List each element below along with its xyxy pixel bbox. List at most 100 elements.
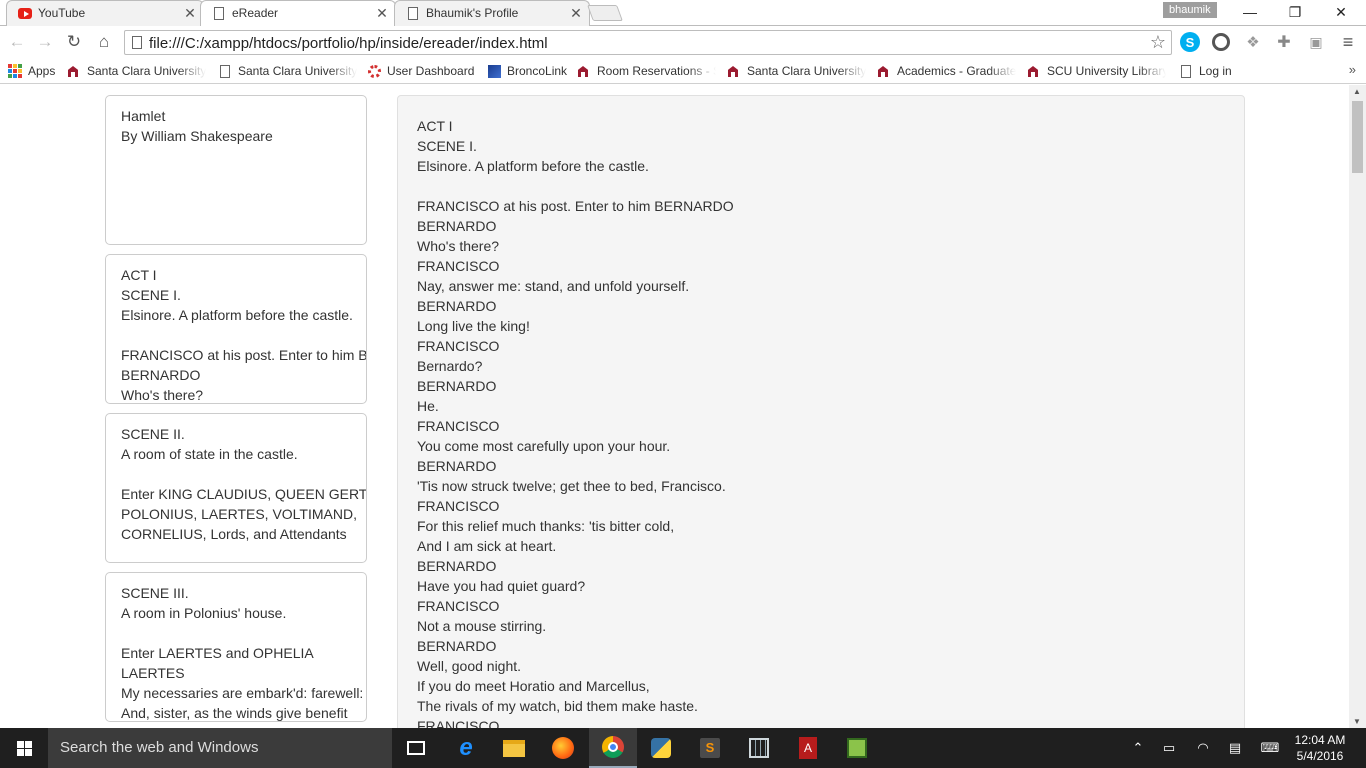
text-line: Elsinore. A platform before the castle.: [417, 158, 649, 174]
close-tab-icon[interactable]: ✕: [374, 5, 390, 22]
text-line: He.: [417, 398, 439, 414]
system-clock[interactable]: 12:04 AM 5/4/2016: [1290, 732, 1350, 764]
url-text[interactable]: file:///C:/xampp/htdocs/portfolio/hp/ins…: [149, 35, 548, 52]
close-tab-icon[interactable]: ✕: [182, 5, 198, 22]
text-line: [121, 325, 366, 345]
taskbar-sublime[interactable]: S: [686, 728, 734, 768]
text-line: LAERTES: [121, 665, 185, 681]
bookmark-broncolink[interactable]: BroncoLink: [486, 63, 568, 79]
text-line: For this relief much thanks: 'tis bitter…: [417, 518, 675, 534]
scroll-up-icon[interactable]: ▲: [1353, 87, 1361, 96]
taskbar-edge[interactable]: e: [442, 728, 490, 768]
text-line: Not a mouse stirring.: [417, 618, 547, 634]
taskbar-python[interactable]: [637, 728, 685, 768]
bookmark-label: BroncoLink: [507, 64, 568, 78]
forward-button[interactable]: →: [34, 31, 56, 53]
chevron-right-icon[interactable]: »: [1349, 62, 1356, 77]
bookmark-label: Room Reservations - S: [597, 64, 716, 78]
profile-badge[interactable]: bhaumik: [1163, 2, 1217, 18]
text-line: BERNARDO: [417, 638, 497, 654]
taskbar-snipping[interactable]: [735, 728, 783, 768]
bookmark-star-icon[interactable]: ☆: [1150, 32, 1166, 53]
text-line: BERNARDO: [417, 458, 497, 474]
text-line: ACT I: [417, 118, 453, 134]
bookmark-user-dashboard[interactable]: User Dashboard: [366, 63, 478, 79]
show-hidden-icons[interactable]: ⌃: [1128, 728, 1148, 768]
scu-icon: [576, 63, 592, 79]
extension-puzzle-icon[interactable]: ✚: [1274, 32, 1294, 52]
minimize-button[interactable]: —: [1227, 0, 1273, 24]
tab-youtube[interactable]: YouTube ✕: [6, 0, 204, 26]
text-line: FRANCISCO: [417, 498, 500, 514]
clock-date: 5/4/2016: [1296, 749, 1344, 763]
start-button[interactable]: [0, 728, 48, 768]
text-line: Elsinore. A platform before the castle.: [121, 307, 353, 323]
close-tab-icon[interactable]: ✕: [568, 5, 584, 22]
page-icon: [132, 36, 142, 49]
address-bar[interactable]: file:///C:/xampp/htdocs/portfolio/hp/ins…: [124, 30, 1172, 55]
text-line: My necessaries are embark'd: farewell:: [121, 685, 364, 701]
scu-icon: [1026, 63, 1042, 79]
text-line: FRANCISCO: [417, 718, 500, 728]
notifications-icon[interactable]: ▤: [1224, 728, 1246, 768]
text-line: Well, good night.: [417, 658, 522, 674]
sidebar-card-title[interactable]: Hamlet By William Shakespeare: [105, 95, 367, 245]
close-window-button[interactable]: ✕: [1318, 0, 1364, 24]
taskbar-chrome[interactable]: [589, 728, 637, 768]
bookmark-academics[interactable]: Academics - Graduate: [876, 63, 1016, 79]
bookmark-scu-3[interactable]: Santa Clara University: [726, 63, 866, 79]
reload-button[interactable]: ↻: [63, 31, 85, 53]
bookmark-room-reservations[interactable]: Room Reservations - S: [576, 63, 716, 79]
folder-icon: [503, 739, 525, 757]
wifi-icon[interactable]: ◠: [1192, 728, 1214, 768]
text-line: BERNARDO: [417, 298, 497, 314]
android-icon[interactable]: ▣: [1306, 32, 1326, 52]
home-button[interactable]: ⌂: [93, 31, 115, 53]
tab-ereader[interactable]: eReader ✕: [200, 0, 396, 26]
snipping-tool-icon: [749, 738, 769, 758]
page-scrollbar[interactable]: ▲ ▼: [1349, 85, 1366, 728]
tab-title: Bhaumik's Profile: [426, 6, 519, 20]
scu-icon: [876, 63, 892, 79]
task-view-button[interactable]: [392, 728, 440, 768]
text-line: BERNARDO: [417, 558, 497, 574]
page-icon: [212, 6, 226, 20]
skype-icon[interactable]: S: [1180, 32, 1200, 52]
windows-taskbar: Search the web and Windows e S A ⌃ ▭ ◠ ▤…: [0, 728, 1366, 768]
text-line: FRANCISCO: [417, 598, 500, 614]
edge-icon: e: [459, 734, 473, 761]
battery-icon[interactable]: ▭: [1158, 728, 1180, 768]
taskbar-firefox[interactable]: [539, 728, 587, 768]
sidebar-card-scene-3[interactable]: SCENE III. A room in Polonius' house. Ente…: [105, 572, 367, 722]
back-button[interactable]: ←: [6, 31, 28, 53]
dropbox-icon[interactable]: ❖: [1243, 32, 1263, 52]
sidebar-card-scene-1[interactable]: ACT I SCENE I. Elsinore. A platform before…: [105, 254, 367, 404]
taskbar-notepad[interactable]: [833, 728, 881, 768]
scroll-down-icon[interactable]: ▼: [1353, 717, 1361, 726]
opera-icon[interactable]: [1211, 32, 1231, 52]
ring-icon: [366, 63, 382, 79]
text-line: [417, 176, 1244, 196]
tab-profile[interactable]: Bhaumik's Profile ✕: [394, 0, 590, 26]
sidebar-card-scene-2[interactable]: SCENE II. A room of state in the castle. E…: [105, 413, 367, 563]
keyboard-icon[interactable]: ⌨: [1256, 728, 1284, 768]
bookmark-library[interactable]: SCU University Library: [1026, 63, 1166, 79]
acrobat-icon: A: [799, 737, 817, 759]
text-line: [121, 623, 366, 643]
bookmark-scu-1[interactable]: Santa Clara University: [66, 63, 206, 79]
reader-pane: ACT I SCENE I. Elsinore. A platform before…: [397, 95, 1245, 728]
scrollbar-thumb[interactable]: [1352, 101, 1363, 173]
taskbar-explorer[interactable]: [490, 728, 538, 768]
text-line: BERNARDO: [417, 218, 497, 234]
new-tab-button[interactable]: [587, 5, 623, 21]
bookmark-login[interactable]: Log in: [1178, 63, 1238, 79]
text-line: FRANCISCO: [417, 258, 500, 274]
chrome-menu-icon[interactable]: ≡: [1338, 32, 1358, 52]
bookmark-scu-2[interactable]: Santa Clara University: [217, 63, 357, 79]
tab-title: YouTube: [38, 6, 86, 20]
bookmark-apps[interactable]: Apps: [7, 63, 62, 79]
restore-button[interactable]: ❐: [1272, 0, 1318, 24]
taskbar-acrobat[interactable]: A: [784, 728, 832, 768]
taskbar-search[interactable]: Search the web and Windows: [48, 728, 392, 768]
broncolink-icon: [486, 63, 502, 79]
